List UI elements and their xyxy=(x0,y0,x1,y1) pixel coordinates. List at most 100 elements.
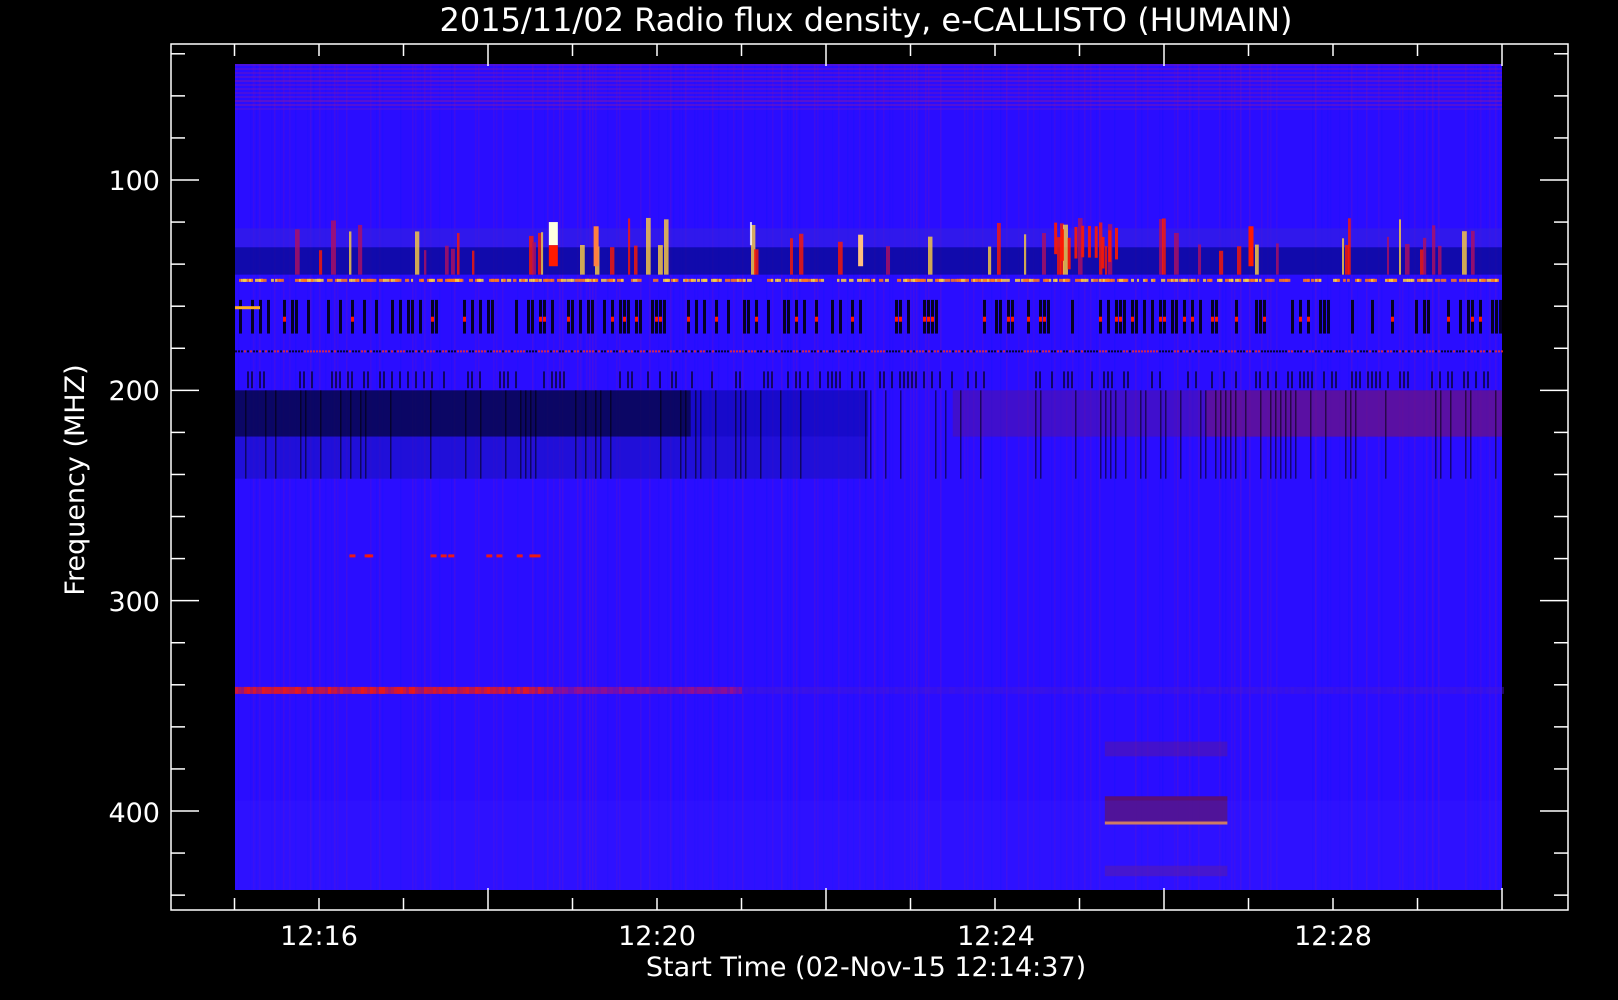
spectrogram-strip xyxy=(267,299,270,334)
spectrogram-strip xyxy=(747,299,750,334)
spectrogram-stripe xyxy=(305,390,307,479)
spectrogram-line xyxy=(268,350,270,353)
spectrogram-line xyxy=(403,350,405,353)
spectrogram-line xyxy=(1175,278,1179,282)
y-tick-label: 200 xyxy=(108,376,160,407)
spectrogram-line xyxy=(517,350,519,353)
spectrogram-line xyxy=(1453,686,1456,694)
spectrogram-line xyxy=(814,350,816,353)
spectrogram-strip xyxy=(399,371,401,389)
spectrogram-line xyxy=(1111,350,1113,353)
spectrogram-line xyxy=(913,686,916,694)
spectrogram-line xyxy=(601,350,603,353)
spectrogram-line xyxy=(1414,350,1416,353)
spectrogram-band xyxy=(235,84,1502,86)
spectrogram-line xyxy=(775,686,778,694)
spectrogram-line xyxy=(301,350,303,353)
spectrogram-line xyxy=(1363,686,1366,694)
spectrogram-strip xyxy=(863,371,865,389)
spectrogram-strip xyxy=(331,371,333,389)
spectrogram-burst xyxy=(1067,237,1071,270)
spectrogram-line xyxy=(1159,686,1162,694)
spectrogram-line xyxy=(238,686,241,694)
spectrogram-strip xyxy=(999,299,1002,334)
spectrogram-strip xyxy=(659,316,662,322)
spectrogram-line xyxy=(697,278,700,282)
spectrogram-stripe xyxy=(680,390,682,479)
spectrogram-stripe xyxy=(480,390,482,479)
spectrogram-line xyxy=(985,686,988,694)
spectrogram-line xyxy=(934,350,936,353)
spectrogram-line xyxy=(598,350,600,353)
spectrogram-strip xyxy=(647,371,649,389)
spectrogram-stripe xyxy=(1075,390,1077,479)
spectrogram-band xyxy=(235,80,1502,82)
spectrogram-strip xyxy=(471,299,474,334)
spectrogram-line xyxy=(580,686,583,694)
y-tick-label: 100 xyxy=(108,166,160,197)
spectrogram-line xyxy=(1456,350,1458,353)
spectrogram-line xyxy=(601,686,604,694)
spectrogram-line xyxy=(1003,686,1006,694)
spectrogram-line xyxy=(361,350,363,353)
spectrogram-line xyxy=(508,350,510,353)
spectrogram-line xyxy=(895,350,897,353)
spectrogram-line xyxy=(679,350,681,353)
spectrogram-line xyxy=(454,686,457,694)
spectrogram-line xyxy=(1450,686,1453,694)
spectrogram-stripe xyxy=(1486,64,1488,890)
spectrogram-line xyxy=(1345,350,1347,353)
spectrogram-line xyxy=(406,350,408,353)
spectrogram-line xyxy=(682,350,684,353)
spectrogram-line xyxy=(403,686,406,694)
spectrogram-line xyxy=(376,686,379,694)
spectrogram-line xyxy=(271,350,273,353)
spectrogram-strip xyxy=(923,316,926,322)
spectrogram-line xyxy=(685,278,688,282)
spectrogram-line xyxy=(814,686,817,694)
spectrogram-strip xyxy=(1143,299,1146,334)
spectrogram-line xyxy=(787,350,789,353)
spectrogram-chart: 2015/11/02 Radio flux density, e-CALLIST… xyxy=(0,0,1618,1000)
spectrogram-stripe xyxy=(1465,390,1467,479)
spectrogram-strip xyxy=(543,316,546,322)
spectrogram-line xyxy=(349,686,352,694)
spectrogram-line xyxy=(976,350,978,353)
spectrogram-line xyxy=(1259,278,1262,282)
spectrogram-strip xyxy=(767,299,770,334)
spectrogram-line xyxy=(577,350,579,353)
spectrogram-line xyxy=(457,350,459,353)
spectrogram-line xyxy=(961,686,964,694)
spectrogram-line xyxy=(785,278,789,282)
spectrogram-burst xyxy=(457,233,460,275)
spectrogram-line xyxy=(805,350,807,353)
spectrogram-line xyxy=(535,278,539,282)
spectrogram-line xyxy=(343,350,345,353)
spectrogram-stripe xyxy=(1423,64,1425,890)
spectrogram-strip xyxy=(515,371,517,389)
spectrogram-strip xyxy=(711,371,713,389)
spectrogram-line xyxy=(304,350,306,353)
spectrogram-stripe xyxy=(1230,390,1232,479)
spectrogram-line xyxy=(1441,350,1443,353)
spectrogram-line xyxy=(1081,350,1083,353)
spectrogram-line xyxy=(646,686,649,694)
spectrogram-stripe xyxy=(925,64,927,890)
spectrogram-strip xyxy=(1275,371,1277,389)
spectrogram-line xyxy=(553,686,556,694)
spectrogram-line xyxy=(310,686,313,694)
spectrogram-strip xyxy=(1039,316,1042,322)
spectrogram-line xyxy=(415,686,418,694)
spectrogram-line xyxy=(1027,350,1029,353)
spectrogram-line xyxy=(1037,278,1040,282)
spectrogram-line xyxy=(897,278,902,282)
spectrogram-line xyxy=(385,686,388,694)
spectrogram-line xyxy=(1267,350,1269,353)
spectrogram-line xyxy=(1077,278,1080,282)
spectrogram-stripe xyxy=(1495,390,1497,479)
spectrogram-stripe xyxy=(1470,390,1472,479)
spectrogram-line xyxy=(1192,686,1195,694)
x-tick-label: 12:16 xyxy=(280,921,358,952)
spectrogram-stripe xyxy=(1078,64,1080,890)
spectrogram-line xyxy=(1321,350,1323,353)
